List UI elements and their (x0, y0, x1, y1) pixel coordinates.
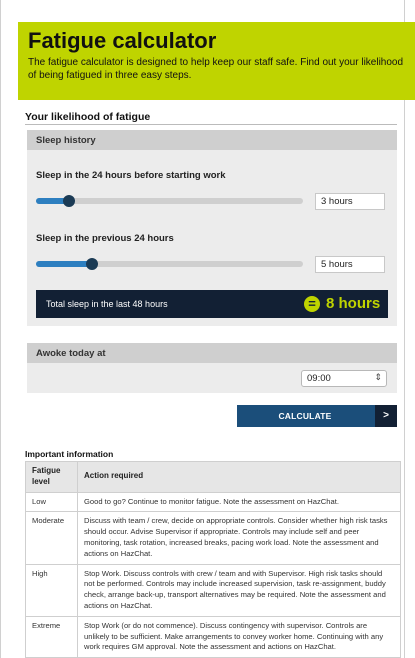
slider-fill (36, 261, 92, 267)
header-banner: Fatigue calculator The fatigue calculato… (18, 22, 415, 100)
sleep-previous-label: Sleep in the previous 24 hours (36, 233, 174, 244)
info-title: Important information (25, 449, 114, 459)
calculate-label: CALCULATE (278, 411, 332, 421)
awoke-heading: Awoke today at (27, 343, 397, 363)
column-header: Fatigue level (25, 461, 78, 493)
awoke-card: Awoke today at 09:00 ⇕ (27, 343, 397, 393)
table-header-row: Fatigue level Action required (25, 461, 401, 493)
section-title: Your likelihood of fatigue (25, 111, 151, 123)
chevron-right-icon: > (375, 405, 397, 427)
table-row: High Stop Work. Discuss controls with cr… (25, 563, 401, 617)
fatigue-level: High (25, 563, 78, 617)
table-row: Low Good to go? Continue to monitor fati… (25, 491, 401, 513)
total-sleep-value: 8 hours (326, 295, 381, 312)
page-title: Fatigue calculator (28, 28, 217, 53)
select-arrows-icon: ⇕ (374, 372, 382, 382)
total-sleep-label: Total sleep in the last 48 hours (46, 299, 168, 309)
action-required: Stop Work (or do not commence). Discuss … (77, 615, 401, 658)
calculate-button[interactable]: CALCULATE > (237, 405, 397, 427)
slider-thumb[interactable] (85, 258, 98, 270)
table-row: Extreme Stop Work (or do not commence). … (25, 615, 401, 658)
awoke-time-value: 09:00 (307, 373, 331, 384)
page-description: The fatigue calculator is designed to he… (28, 57, 404, 81)
table-row: Moderate Discuss with team / crew, decid… (25, 511, 401, 565)
sleep-24h-label: Sleep in the 24 hours before starting wo… (36, 170, 226, 181)
action-required: Discuss with team / crew, decide on appr… (77, 511, 401, 565)
fatigue-level: Low (25, 491, 78, 513)
sleep-history-card: Sleep history Sleep in the 24 hours befo… (27, 130, 397, 326)
sleep-24h-input[interactable]: 3 hours (315, 193, 385, 210)
sleep-24h-slider[interactable] (36, 195, 303, 207)
equals-icon: = (304, 296, 320, 312)
divider (25, 124, 397, 125)
awoke-time-select[interactable]: 09:00 ⇕ (301, 370, 387, 387)
fatigue-table: Fatigue level Action required Low Good t… (25, 461, 401, 658)
fatigue-level: Moderate (25, 511, 78, 565)
column-header: Action required (77, 461, 401, 493)
action-required: Stop Work. Discuss controls with crew / … (77, 563, 401, 617)
action-required: Good to go? Continue to monitor fatigue.… (77, 491, 401, 513)
fatigue-level: Extreme (25, 615, 78, 658)
sleep-previous-slider[interactable] (36, 258, 303, 270)
total-sleep-bar: Total sleep in the last 48 hours = 8 hou… (36, 290, 388, 318)
sleep-history-heading: Sleep history (27, 130, 397, 150)
slider-thumb[interactable] (63, 195, 76, 207)
sleep-previous-input[interactable]: 5 hours (315, 256, 385, 273)
